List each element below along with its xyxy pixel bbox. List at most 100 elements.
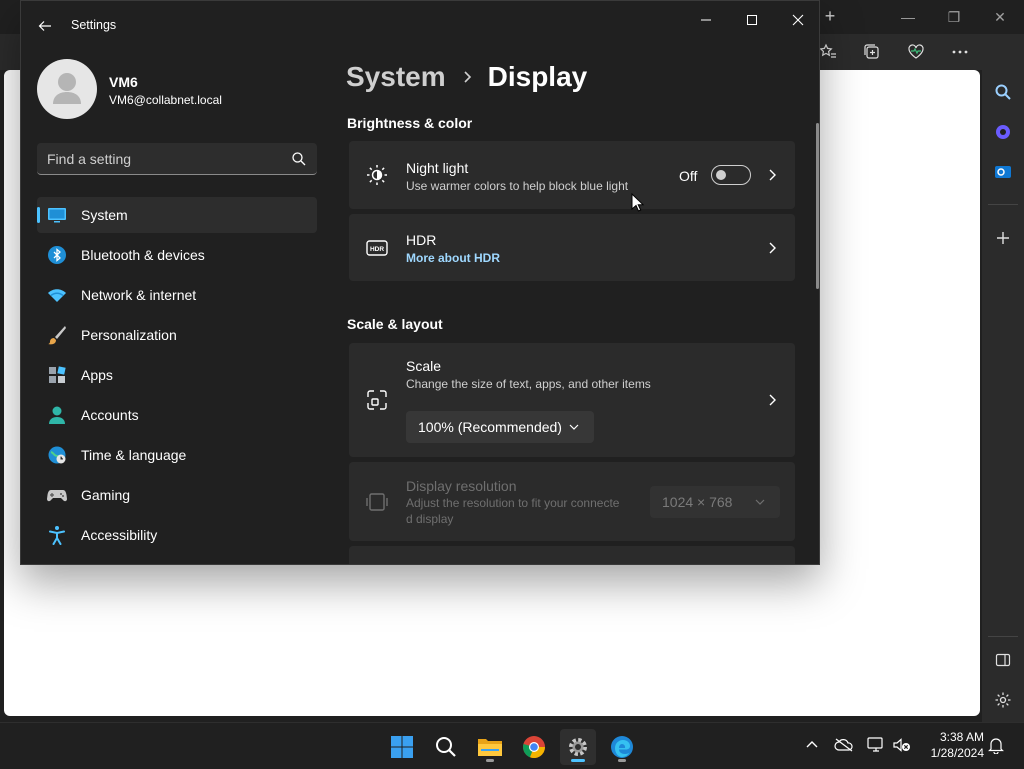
user-silhouette-icon [53,73,81,104]
system-clock[interactable]: 3:38 AM 1/28/2024 [918,729,984,761]
close-icon [792,14,804,26]
browser-restore-button[interactable]: ❐ [931,0,977,34]
display-resolution-title: Display resolution [406,478,517,494]
search-input[interactable] [37,143,289,175]
onedrive-offline-icon[interactable] [834,735,854,755]
system-icon [48,208,66,223]
more-about-hdr-link[interactable]: More about HDR [406,251,500,265]
nav-item-time-language[interactable]: Time & language [37,437,317,473]
account-icon [49,406,65,424]
new-tab-button[interactable]: + [818,4,842,28]
scale-subtitle: Change the size of text, apps, and other… [406,377,651,391]
breadcrumb: System Display [346,61,587,93]
chevron-right-icon [769,394,776,406]
breadcrumb-chevron-icon [446,70,488,84]
nav-label-time-language: Time & language [81,447,187,463]
night-light-toggle[interactable] [711,165,751,185]
nav-label-personalization: Personalization [81,327,177,343]
active-indicator [571,759,585,762]
taskbar-search-button[interactable] [428,729,464,765]
nav-label-apps: Apps [81,367,113,383]
search-icon [436,737,456,757]
nav-item-accounts[interactable]: Accounts [37,397,317,433]
content-scrollbar[interactable] [816,123,819,289]
sidebar-outlook-icon[interactable] [991,160,1015,184]
sidebar-settings-icon[interactable] [991,688,1015,712]
scale-dropdown-value: 100% (Recommended) [418,419,562,435]
sidebar-add-icon[interactable] [991,226,1015,250]
start-button[interactable] [384,729,420,765]
taskbar-settings[interactable] [560,729,596,765]
display-resolution-subtitle-2: d display [406,512,454,526]
start-icon [391,736,413,758]
gamepad-icon [47,490,67,502]
chrome-icon [523,736,546,759]
nav-label-bluetooth: Bluetooth & devices [81,247,205,263]
chevron-right-icon [769,242,776,254]
scale-icon [367,390,387,410]
sidebar-panel-icon[interactable] [991,648,1015,672]
page-title: Display [487,61,588,92]
toggle-knob [716,170,726,180]
nav-item-gaming[interactable]: Gaming [37,477,317,513]
taskbar: 3:38 AM 1/28/2024 [0,722,1024,769]
minimize-button[interactable] [683,5,729,35]
notifications-icon[interactable] [986,735,1006,755]
sidebar-copilot-icon[interactable] [991,120,1015,144]
nav-item-personalization[interactable]: Personalization [37,317,317,353]
mouse-cursor-icon [631,193,645,212]
hdr-icon: HDR [366,240,388,256]
nav-label-accounts: Accounts [81,407,139,423]
collections-icon[interactable] [860,40,884,64]
night-light-card[interactable]: Night light Use warmer colors to help bl… [349,141,795,209]
show-hidden-icons-icon[interactable] [802,735,822,755]
taskbar-chrome[interactable] [516,729,552,765]
sidebar-search-icon[interactable] [991,80,1015,104]
chevron-down-icon [569,424,579,430]
nav-item-system[interactable]: System [37,197,317,233]
scale-card[interactable]: Scale Change the size of text, apps, and… [349,343,795,457]
running-indicator [618,759,626,762]
search-icon[interactable] [291,151,307,167]
brush-icon [48,326,66,345]
globe-clock-icon [48,446,66,464]
minimize-icon [701,19,711,21]
nav-label-gaming: Gaming [81,487,131,503]
browser-essentials-icon[interactable] [904,40,928,64]
maximize-button[interactable] [729,5,775,35]
section-heading-scale-layout: Scale & layout [347,316,443,332]
avatar[interactable] [37,59,97,119]
clock-time: 3:38 AM [939,730,984,744]
close-button[interactable] [775,5,819,35]
nav-item-apps[interactable]: Apps [37,357,317,393]
more-options-icon[interactable] [948,40,972,64]
chevron-down-icon [755,499,765,505]
night-light-subtitle: Use warmer colors to help block blue lig… [406,179,629,193]
sidebar-divider [988,204,1018,205]
network-icon[interactable] [866,735,886,755]
running-indicator [486,759,494,762]
find-setting-search[interactable] [37,143,317,175]
volume-muted-icon[interactable] [892,735,912,755]
taskbar-file-explorer[interactable] [472,729,508,765]
edge-icon [611,736,633,758]
scale-dropdown[interactable]: 100% (Recommended) [406,411,594,443]
browser-close-button[interactable]: ✕ [977,0,1023,34]
settings-titlebar: Settings [21,1,819,49]
nav-item-network[interactable]: Network & internet [37,277,317,313]
taskbar-edge[interactable] [604,729,640,765]
chevron-right-icon [769,169,776,181]
nav-item-bluetooth[interactable]: Bluetooth & devices [37,237,317,273]
settings-icon [569,738,587,756]
scale-title: Scale [406,358,442,374]
next-setting-card[interactable] [349,546,795,564]
resolution-icon [366,493,388,511]
browser-minimize-button[interactable]: — [885,0,931,34]
sidebar-divider-bottom [988,636,1018,637]
breadcrumb-parent[interactable]: System [346,61,446,93]
maximize-icon [747,15,757,25]
nav-label-accessibility: Accessibility [81,527,158,543]
hdr-card[interactable]: HDR HDR More about HDR [349,214,795,281]
nav-item-accessibility[interactable]: Accessibility [37,517,317,553]
back-button[interactable] [31,13,59,39]
